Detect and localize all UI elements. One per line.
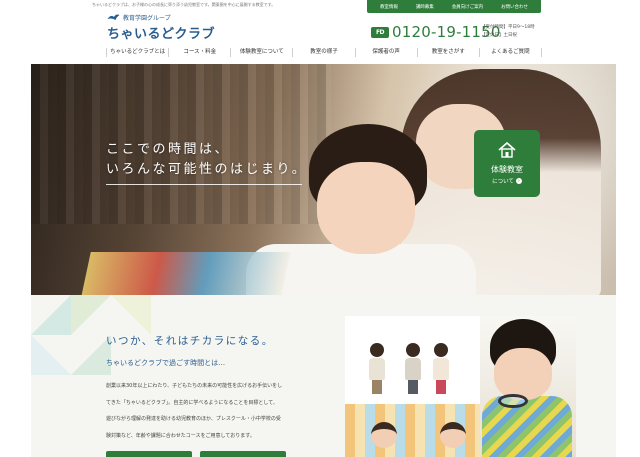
- nav-item-faq[interactable]: よくあるご質問: [478, 48, 542, 57]
- free-dial-icon: FD: [371, 26, 389, 38]
- magnifier-icon: [498, 394, 528, 408]
- global-nav: ちゃいるどクラブとは コース・料金 体験教室について 教室の様子 保護者の声 教…: [106, 46, 542, 59]
- brand-logo[interactable]: ちゃいるどクラブ: [107, 23, 215, 42]
- child-figure: [433, 343, 449, 394]
- utility-link-recruit[interactable]: 講師募集: [416, 4, 434, 10]
- nav-item-about[interactable]: ちゃいるどクラブとは: [106, 48, 168, 57]
- decor-triangle: [71, 295, 111, 335]
- child-face: [317, 162, 415, 254]
- trial-class-sub: について ›: [492, 177, 522, 185]
- trial-class-label: 体験教室: [491, 165, 523, 174]
- intro-title: いつか、それはチカラになる。: [106, 335, 274, 347]
- decor-triangle: [31, 335, 71, 375]
- brand-group: 教育学園グループ: [107, 13, 171, 22]
- nav-item-voices[interactable]: 保護者の声: [354, 48, 417, 57]
- intro-body: 創業以来30年以上にわたり、子どもたちの未来の可能性を広げるお手伝いをし てきた…: [106, 378, 326, 444]
- toddler-face: [371, 422, 397, 448]
- nav-item-trial[interactable]: 体験教室について: [230, 48, 292, 57]
- child-figure: [405, 343, 421, 394]
- hero-catch-line-1: ここでの時間は、: [106, 142, 231, 157]
- nav-item-find[interactable]: 教室をさがす: [416, 48, 479, 57]
- utility-link-contact[interactable]: お問い合わせ: [501, 4, 528, 10]
- intro-body-line: 遊びながら理解の発達を助ける幼児教育のほか、プレスクール・小中学校の受: [106, 416, 281, 422]
- toddlers-photo: [345, 404, 480, 457]
- toddler-face: [440, 422, 466, 448]
- nav-item-courses[interactable]: コース・料金: [168, 48, 230, 57]
- decor-triangle: [71, 335, 111, 375]
- child-figure: [369, 343, 385, 394]
- boy-shirt: [482, 396, 572, 457]
- house-icon: [498, 141, 516, 162]
- trial-class-button[interactable]: 体験教室 について ›: [474, 130, 540, 197]
- chevron-right-icon: ›: [515, 178, 522, 184]
- intro-button-left[interactable]: [106, 451, 192, 457]
- intro-button-right[interactable]: [200, 451, 286, 457]
- intro-body-line: 験対策など、年齢や課題に合わせたコースをご用意しております。: [106, 432, 255, 439]
- picture-book: [81, 252, 291, 295]
- hours-reception: 【受付時間】平日9～18時: [481, 25, 535, 30]
- bird-logo-icon: [107, 14, 120, 20]
- decor-triangle: [111, 295, 151, 335]
- utility-bar: 教室情報 講師募集 会員向けご案内 お問い合わせ: [367, 0, 541, 13]
- page: ちゃいるどクラブは、お子様の心の成長に寄り添う幼児教室です。関東圏を中心に展開す…: [0, 0, 640, 457]
- decor-triangle: [31, 295, 71, 335]
- hours-closed: 【定休日】土日祝: [481, 33, 517, 38]
- boy-face: [494, 348, 552, 400]
- trial-class-sub-text: について: [492, 179, 514, 185]
- intro-body-line: てきた「ちゃいるどクラブ」。自主的に学べるようになることを目標として、: [106, 399, 278, 406]
- utility-link-members[interactable]: 会員向けご案内: [452, 4, 484, 10]
- intro-body-line: 創業以来30年以上にわたり、子どもたちの未来の可能性を広げるお手伝いをし: [106, 383, 283, 389]
- hero-catchphrase: ここでの時間は、 いろんな可能性のはじまり。: [106, 140, 307, 180]
- hero-divider: [106, 184, 302, 185]
- nav-item-classroom[interactable]: 教室の様子: [292, 48, 354, 57]
- intro-subtitle: ちゃいるどクラブで過ごす時間とは…: [106, 359, 226, 367]
- utility-link-classroom-info[interactable]: 教室情報: [380, 4, 398, 10]
- children-photo: [345, 316, 480, 404]
- brand-group-name: 教育学園グループ: [123, 15, 171, 22]
- hero-catch-line-2: いろんな可能性のはじまり。: [106, 162, 308, 177]
- site-tagline: ちゃいるどクラブは、お子様の心の成長に寄り添う幼児教室です。関東圏を中心に展開す…: [92, 2, 276, 7]
- business-hours: 【受付時間】平日9～18時 【定休日】土日祝: [481, 24, 535, 40]
- boy-with-magnifier-photo: [480, 316, 576, 457]
